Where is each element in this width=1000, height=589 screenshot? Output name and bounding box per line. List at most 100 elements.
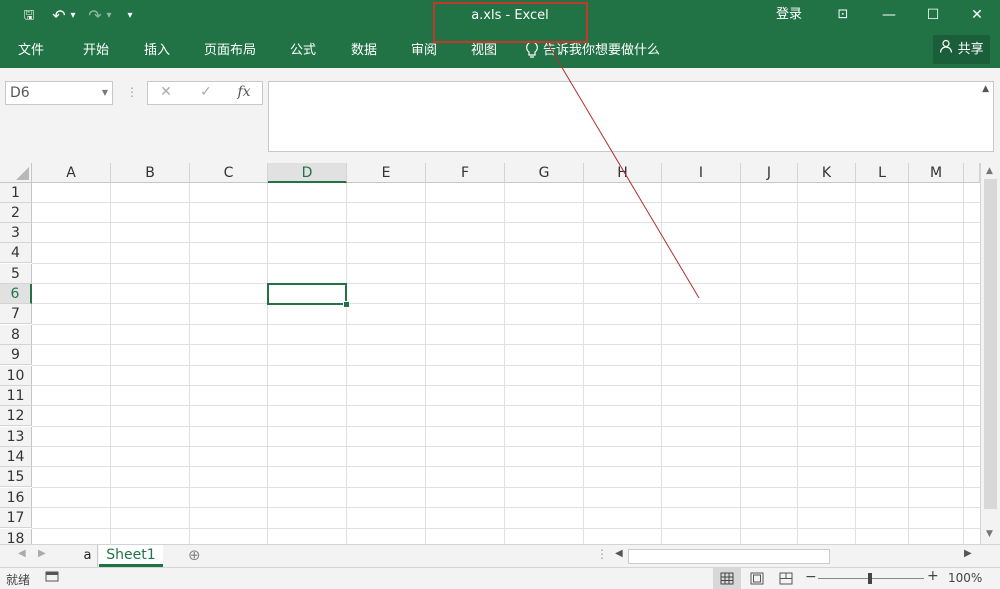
tab-review[interactable]: 审阅 [411,41,437,61]
next-sheet-icon[interactable]: ▶ [38,548,46,559]
row-header-11[interactable]: 11 [0,386,32,406]
share-button[interactable]: 共享 [933,35,990,64]
tab-view[interactable]: 视图 [471,41,497,61]
scroll-right-icon[interactable]: ▶ [964,548,972,559]
column-header-h[interactable]: H [584,163,662,183]
column-header-k[interactable]: K [798,163,856,183]
chevron-down-icon[interactable]: ▼ [102,82,108,104]
row-header-10[interactable]: 10 [0,366,32,386]
add-sheet-icon[interactable]: ⊕ [188,546,201,564]
sheet-tab-sheet1[interactable]: Sheet1 [99,545,163,567]
title-bar: 🖫 ↶ ▾ ↷ ▾ ▾ a.xls - Excel 登录 ⊡ — ☐ ✕ [0,0,1000,32]
row-header-15[interactable]: 15 [0,467,32,487]
lightbulb-icon [525,41,539,61]
row-header-12[interactable]: 12 [0,406,32,426]
row-header-2[interactable]: 2 [0,203,32,223]
column-header-d[interactable]: D [268,163,347,183]
row-header-6[interactable]: 6 [0,284,32,304]
page-layout-view-icon[interactable] [750,572,764,588]
share-label: 共享 [957,42,984,57]
row-header-16[interactable]: 16 [0,488,32,508]
formula-bar: D6 ▼ ⋮ ✕ ✓ fx ▲ [0,68,1000,164]
tab-formulas[interactable]: 公式 [290,41,316,61]
row-header-7[interactable]: 7 [0,304,32,324]
signin-link[interactable]: 登录 [770,4,808,26]
column-header-f[interactable]: F [426,163,505,183]
active-cell-d6[interactable] [267,283,347,305]
name-box[interactable]: D6 ▼ [5,81,113,105]
tab-file[interactable]: 文件 [18,41,44,61]
undo-dropdown-icon[interactable]: ▾ [68,6,78,26]
column-header-j[interactable]: J [741,163,798,183]
close-icon[interactable]: ✕ [960,4,994,26]
prev-sheet-icon[interactable]: ◀ [18,548,26,559]
more-options-icon: ⋮ [126,85,138,99]
scroll-down-icon[interactable]: ▼ [986,529,993,539]
redo-icon[interactable]: ↷ [86,6,104,26]
zoom-out-icon[interactable]: − [805,569,817,585]
scroll-up-icon[interactable]: ▲ [986,166,993,176]
column-header-b[interactable]: B [111,163,190,183]
insert-function-icon[interactable]: fx [232,84,256,100]
save-icon[interactable]: 🖫 [20,6,38,26]
row-header-8[interactable]: 8 [0,325,32,345]
horizontal-scrollbar[interactable]: ◀ ▶ [612,546,980,566]
row-header-9[interactable]: 9 [0,345,32,365]
select-all-corner[interactable] [0,163,32,183]
macro-record-icon[interactable] [45,570,59,586]
row-header-17[interactable]: 17 [0,508,32,528]
column-header-partial[interactable] [964,163,980,183]
status-ready: 就绪 [6,573,31,587]
column-header-a[interactable]: A [32,163,111,183]
worksheet-grid[interactable]: A B C D E F G H I J K L M 1 2 3 4 5 6 7 … [0,163,980,544]
sheet-tab-a[interactable]: a [78,545,98,567]
normal-view-icon[interactable] [713,568,741,589]
column-header-l[interactable]: L [856,163,909,183]
sheet-tab-bar: ◀ ▶ a Sheet1 ⊕ ⋮ ◀ ▶ [0,544,1000,567]
column-header-m[interactable]: M [909,163,964,183]
tell-me-search[interactable]: 告诉我你想要做什么 [543,41,660,61]
row-header-18[interactable]: 18 [0,529,32,544]
row-header-1[interactable]: 1 [0,183,32,203]
fill-handle[interactable] [343,301,350,308]
undo-icon[interactable]: ↶ [50,6,68,26]
name-box-value: D6 [10,85,30,101]
horizontal-scroll-thumb[interactable] [628,549,830,564]
vertical-scroll-thumb[interactable] [984,179,997,509]
zoom-in-icon[interactable]: + [927,568,939,584]
gridlines [32,183,980,544]
formula-input[interactable]: ▲ [268,81,994,152]
ribbon-display-options-icon[interactable]: ⊡ [826,4,860,26]
column-header-c[interactable]: C [190,163,268,183]
cancel-icon[interactable]: ✕ [156,84,176,100]
tab-splitter-icon[interactable]: ⋮ [596,547,608,561]
zoom-slider-thumb[interactable] [868,573,872,584]
zoom-slider[interactable] [818,573,924,584]
zoom-level[interactable]: 100% [948,571,982,585]
window-title: a.xls - Excel [471,8,549,23]
minimize-icon[interactable]: — [872,4,906,26]
tab-page-layout[interactable]: 页面布局 [204,41,256,61]
maximize-icon[interactable]: ☐ [916,4,950,26]
formula-buttons: ✕ ✓ fx [147,81,263,105]
status-bar: 就绪 − + 100% [0,567,1000,589]
tab-data[interactable]: 数据 [351,41,377,61]
redo-dropdown-icon[interactable]: ▾ [104,6,114,26]
row-header-14[interactable]: 14 [0,447,32,467]
row-header-3[interactable]: 3 [0,223,32,243]
customize-qat-icon[interactable]: ▾ [124,6,136,26]
row-header-5[interactable]: 5 [0,264,32,284]
tab-home[interactable]: 开始 [83,41,109,61]
row-header-13[interactable]: 13 [0,427,32,447]
column-header-i[interactable]: I [662,163,741,183]
person-icon [939,35,953,64]
vertical-scrollbar[interactable]: ▲ ▼ [980,163,1000,544]
column-header-e[interactable]: E [347,163,426,183]
tab-insert[interactable]: 插入 [144,41,170,61]
column-header-g[interactable]: G [505,163,584,183]
collapse-formula-bar-icon[interactable]: ▲ [982,84,989,94]
scroll-left-icon[interactable]: ◀ [615,548,623,559]
row-header-4[interactable]: 4 [0,243,32,263]
page-break-view-icon[interactable] [779,572,793,588]
enter-icon[interactable]: ✓ [196,84,216,100]
